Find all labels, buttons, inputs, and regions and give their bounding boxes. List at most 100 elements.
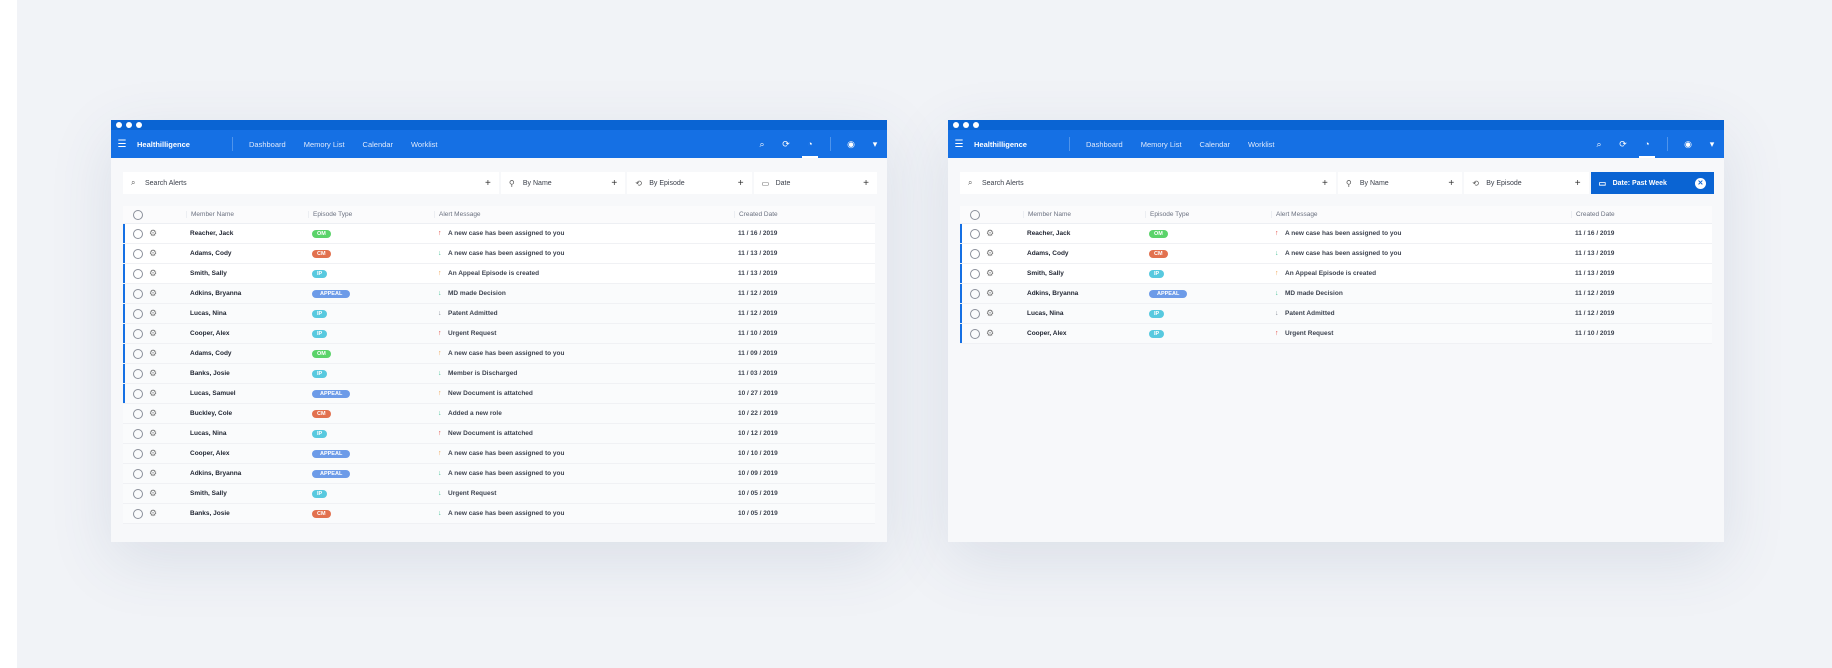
settings-gear-icon[interactable]: ⚙ <box>149 308 186 319</box>
filter-by-name[interactable]: ⚲ By Name + <box>500 172 626 194</box>
table-row[interactable]: ⚙ Smith, Sally IP ↑ An Appeal Episode is cre… <box>960 264 1712 284</box>
filter-by-episode[interactable]: ⟲ By Episode + <box>627 172 752 194</box>
app-logo[interactable]: Healthilligence <box>974 140 1069 149</box>
table-row[interactable]: ⚙ Reacher, Jack OM ↑ A new case has been ass… <box>960 224 1712 244</box>
alert-message[interactable]: ↑ An Appeal Episode is created <box>434 270 734 277</box>
alert-message[interactable]: ↓ Urgent Request <box>434 490 734 497</box>
member-name[interactable]: Adkins, Bryanna <box>186 470 308 477</box>
column-episode-type[interactable]: Episode Type <box>1145 211 1271 218</box>
row-checkbox[interactable] <box>133 428 143 439</box>
search-alerts-field[interactable]: ⌕ Search Alerts + <box>123 172 499 194</box>
table-row[interactable]: ⚙ Adams, Cody CM ↓ A new case has been assig… <box>123 244 875 264</box>
settings-gear-icon[interactable]: ⚙ <box>986 228 1023 239</box>
table-row[interactable]: ⚙ Cooper, Alex IP ↑ Urgent Request 11 / 10 / … <box>123 324 875 344</box>
alert-message[interactable]: ↑ Urgent Request <box>434 330 734 337</box>
member-name[interactable]: Smith, Sally <box>186 270 308 277</box>
settings-gear-icon[interactable]: ⚙ <box>986 268 1023 279</box>
nav-worklist[interactable]: Worklist <box>1248 140 1275 149</box>
table-row[interactable]: ⚙ Banks, Josie CM ↓ A new case has been assi… <box>123 504 875 524</box>
search-icon[interactable]: ⌕ <box>1587 139 1611 150</box>
filter-date[interactable]: ▭ Date + <box>753 172 877 194</box>
refresh-icon[interactable]: ⟳ <box>774 139 798 150</box>
table-row[interactable]: ⚙ Adams, Cody OM ↑ A new case has been assig… <box>123 344 875 364</box>
table-row[interactable]: ⚙ Lucas, Nina IP ↓ Patent Admitted 11 / 12 / … <box>123 304 875 324</box>
select-all-checkbox[interactable] <box>133 209 143 220</box>
window-maximize-dot[interactable] <box>973 122 979 128</box>
member-name[interactable]: Adkins, Bryanna <box>1023 290 1145 297</box>
member-name[interactable]: Reacher, Jack <box>186 230 308 237</box>
alert-message[interactable]: ↑ A new case has been assigned to you <box>1271 230 1571 237</box>
select-all-checkbox[interactable] <box>970 209 980 220</box>
window-minimize-dot[interactable] <box>126 122 132 128</box>
member-name[interactable]: Lucas, Nina <box>186 310 308 317</box>
table-row[interactable]: ⚙ Adkins, Bryanna APPEAL ↓ A new case has be… <box>123 464 875 484</box>
alert-message[interactable]: ↓ A new case has been assigned to you <box>434 250 734 257</box>
settings-gear-icon[interactable]: ⚙ <box>149 468 186 479</box>
settings-gear-icon[interactable]: ⚙ <box>149 388 186 399</box>
nav-memory-list[interactable]: Memory List <box>1141 140 1182 149</box>
search-icon[interactable]: ⌕ <box>750 139 774 150</box>
table-row[interactable]: ⚙ Buckley, Cole CM ↓ Added a new role 10 / 22… <box>123 404 875 424</box>
clear-filter-icon[interactable]: ✕ <box>1694 177 1706 189</box>
alert-message[interactable]: ↑ A new case has been assigned to you <box>434 230 734 237</box>
row-checkbox[interactable] <box>133 448 143 459</box>
add-icon[interactable]: + <box>1322 178 1328 189</box>
table-row[interactable]: ⚙ Reacher, Jack OM ↑ A new case has been ass… <box>123 224 875 244</box>
alert-message[interactable]: ↑ A new case has been assigned to you <box>434 350 734 357</box>
alert-message[interactable]: ↓ Added a new role <box>434 410 734 417</box>
alert-message[interactable]: ↓ Patent Admitted <box>1271 310 1571 317</box>
column-created-date[interactable]: Created Date <box>1571 211 1693 218</box>
row-checkbox[interactable] <box>133 348 143 359</box>
alert-message[interactable]: ↑ Urgent Request <box>1271 330 1571 337</box>
alert-message[interactable]: ↓ A new case has been assigned to you <box>434 470 734 477</box>
chevron-down-icon[interactable]: ▾ <box>1700 139 1724 150</box>
settings-gear-icon[interactable]: ⚙ <box>149 228 186 239</box>
settings-gear-icon[interactable]: ⚙ <box>149 268 186 279</box>
settings-gear-icon[interactable]: ⚙ <box>986 288 1023 299</box>
alert-message[interactable]: ↓ A new case has been assigned to you <box>1271 250 1571 257</box>
member-name[interactable]: Banks, Josie <box>186 510 308 517</box>
member-name[interactable]: Adams, Cody <box>186 350 308 357</box>
table-row[interactable]: ⚙ Lucas, Samuel APPEAL ↑ New Document is att… <box>123 384 875 404</box>
column-created-date[interactable]: Created Date <box>734 211 856 218</box>
member-name[interactable]: Smith, Sally <box>186 490 308 497</box>
settings-gear-icon[interactable]: ⚙ <box>149 328 186 339</box>
alert-message[interactable]: ↓ A new case has been assigned to you <box>434 510 734 517</box>
settings-gear-icon[interactable]: ⚙ <box>149 408 186 419</box>
bell-icon[interactable]: ◔ <box>1635 139 1659 158</box>
bell-icon[interactable]: ◔ <box>798 139 822 158</box>
nav-memory-list[interactable]: Memory List <box>304 140 345 149</box>
row-checkbox[interactable] <box>133 468 143 479</box>
member-name[interactable]: Reacher, Jack <box>1023 230 1145 237</box>
settings-gear-icon[interactable]: ⚙ <box>986 308 1023 319</box>
nav-worklist[interactable]: Worklist <box>411 140 438 149</box>
column-episode-type[interactable]: Episode Type <box>308 211 434 218</box>
add-icon[interactable]: + <box>485 178 491 189</box>
settings-gear-icon[interactable]: ⚙ <box>986 248 1023 259</box>
table-row[interactable]: ⚙ Smith, Sally IP ↓ Urgent Request 10 / 05 / … <box>123 484 875 504</box>
column-member-name[interactable]: Member Name <box>186 211 308 218</box>
column-alert-message[interactable]: Alert Message <box>434 211 734 218</box>
row-checkbox[interactable] <box>133 248 143 259</box>
nav-dashboard[interactable]: Dashboard <box>249 140 286 149</box>
settings-gear-icon[interactable]: ⚙ <box>986 328 1023 339</box>
window-close-dot[interactable] <box>116 122 122 128</box>
alert-message[interactable]: ↑ New Document is attatched <box>434 390 734 397</box>
nav-dashboard[interactable]: Dashboard <box>1086 140 1123 149</box>
chevron-down-icon[interactable]: ▾ <box>863 139 887 150</box>
member-name[interactable]: Adams, Cody <box>186 250 308 257</box>
row-checkbox[interactable] <box>970 308 980 319</box>
alert-message[interactable]: ↑ New Document is attatched <box>434 430 734 437</box>
settings-gear-icon[interactable]: ⚙ <box>149 448 186 459</box>
member-name[interactable]: Smith, Sally <box>1023 270 1145 277</box>
add-icon[interactable]: + <box>611 178 617 189</box>
app-logo[interactable]: Healthilligence <box>137 140 232 149</box>
member-name[interactable]: Adams, Cody <box>1023 250 1145 257</box>
row-checkbox[interactable] <box>970 268 980 279</box>
window-minimize-dot[interactable] <box>963 122 969 128</box>
nav-calendar[interactable]: Calendar <box>1200 140 1230 149</box>
member-name[interactable]: Cooper, Alex <box>186 330 308 337</box>
member-name[interactable]: Lucas, Samuel <box>186 390 308 397</box>
table-row[interactable]: ⚙ Smith, Sally IP ↑ An Appeal Episode is cre… <box>123 264 875 284</box>
row-checkbox[interactable] <box>133 308 143 319</box>
